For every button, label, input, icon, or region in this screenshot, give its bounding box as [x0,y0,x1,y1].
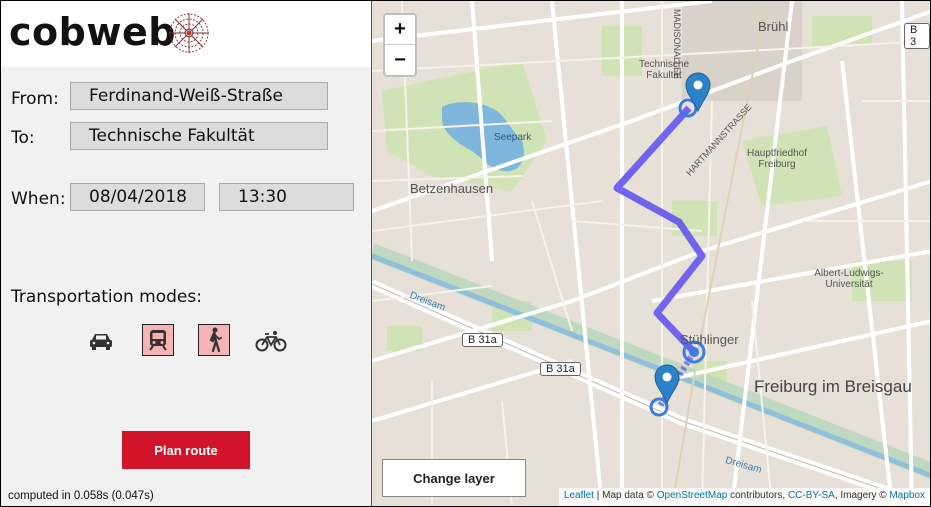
map-label-freiburg: Freiburg im Breisgau [754,377,912,396]
road-shield-b31a-2: B 31a [540,362,581,376]
map-label-hauptfriedhof: Hauptfriedhof Freiburg [746,148,808,170]
openstreetmap-link[interactable]: OpenStreetMap [657,490,728,501]
mode-bicycle-toggle[interactable] [255,325,287,357]
cc-by-sa-link[interactable]: CC-BY-SA [788,490,835,501]
from-field[interactable]: Ferdinand-Weiß-Straße [70,82,328,110]
logo-bar: cobweb [1,1,371,67]
map-label-technische-fakultat: Technische Fakultät [638,59,690,81]
walk-icon [209,327,222,353]
bicycle-icon [255,331,287,352]
zoom-out-button[interactable]: − [385,45,415,75]
from-label: From: [11,89,59,109]
mode-car-toggle[interactable] [85,325,117,357]
cobweb-icon [169,13,209,53]
map-view[interactable]: Brühl MADISONALLEE Technische Fakultät S… [372,1,930,506]
map-label-seepark: Seepark [494,132,532,143]
map-attribution: Leaflet | Map data © OpenStreetMap contr… [558,488,930,506]
mapbox-link[interactable]: Mapbox [889,490,925,501]
app-window: cobweb From: Ferdinand-Weiß-Straße To: T… [0,0,931,507]
road-shield-b3: B 3 [904,23,930,49]
mode-train-toggle[interactable] [142,324,174,356]
attribution-map-data: | Map data © [596,490,654,501]
car-icon [90,334,112,350]
origin-marker-icon[interactable] [654,364,680,404]
transportation-modes-label: Transportation modes: [11,287,202,307]
attribution-imagery: , Imagery © [834,490,887,501]
attribution-contributors: contributors, [730,490,786,501]
sidebar: cobweb From: Ferdinand-Weiß-Straße To: T… [1,1,372,506]
to-field[interactable]: Technische Fakultät [70,122,328,150]
road-shield-b31a: B 31a [462,333,503,347]
map-label-betzenhausen: Betzenhausen [410,181,494,196]
map-label-bruhl: Brühl [758,19,789,34]
time-field[interactable]: 13:30 [219,183,354,211]
plan-route-button[interactable]: Plan route [122,431,250,469]
computed-time-status: computed in 0.058s (0.047s) [8,490,154,502]
train-icon [149,330,167,351]
zoom-control: + − [383,13,417,77]
map-label-stuhlinger: Stühlinger [680,332,739,347]
date-field[interactable]: 08/04/2018 [70,183,205,211]
to-label: To: [11,128,35,148]
zoom-in-button[interactable]: + [385,15,415,45]
when-label: When: [11,189,66,209]
leaflet-link[interactable]: Leaflet [564,490,594,501]
mode-walk-toggle[interactable] [198,324,230,356]
map-label-universitat: Albert-Ludwigs-Universität [814,268,884,290]
change-layer-button[interactable]: Change layer [382,459,526,497]
app-logo-text: cobweb [9,10,176,54]
